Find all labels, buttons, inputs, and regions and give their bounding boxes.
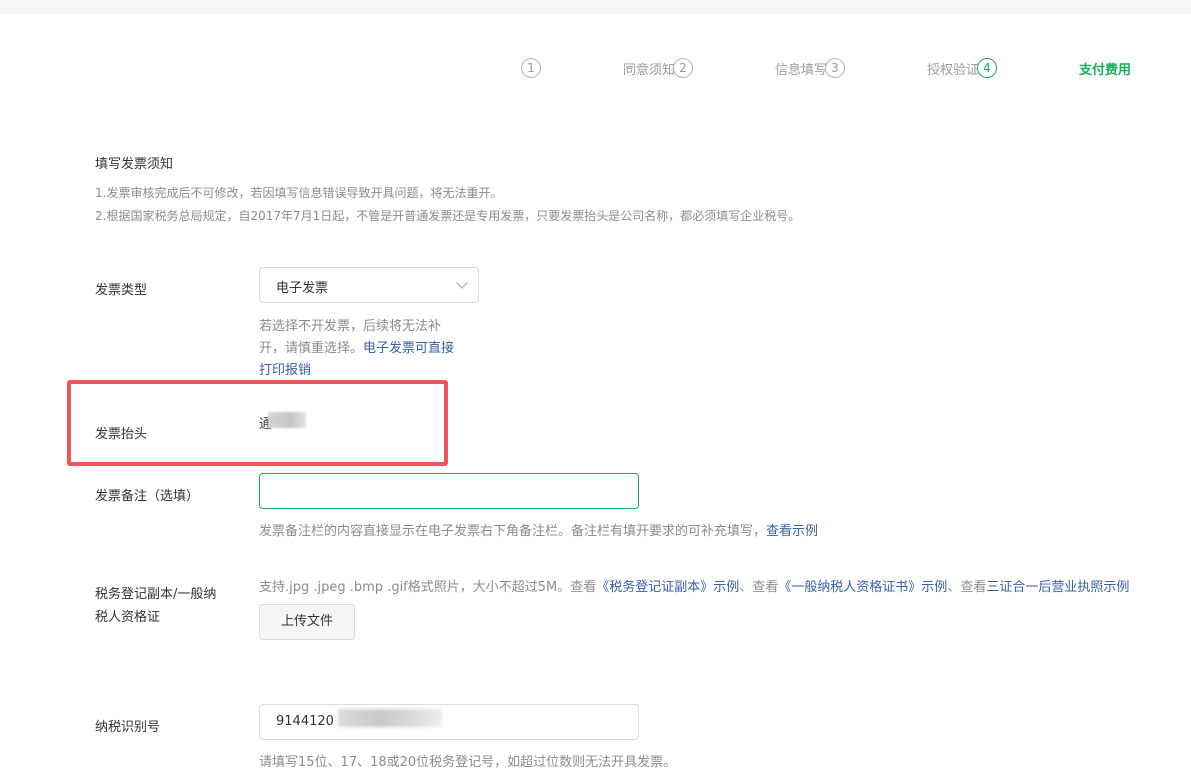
invoice-type-hint-1: 若选择不开发票，后续将无法补: [259, 319, 442, 334]
tax-id-input[interactable]: 9144120: [259, 704, 639, 740]
tax-cert-hint-c: 、查看: [947, 580, 987, 595]
invoice-remark-label: 发票备注（选填）: [95, 489, 200, 504]
step-1-label: 同意须知: [623, 62, 676, 78]
invoice-type-select[interactable]: 电子发票: [259, 267, 479, 303]
invoice-type-hint-3: 打印报销: [259, 359, 311, 378]
print-reimburse-link[interactable]: 打印报销: [259, 363, 311, 378]
tax-id-hint: 请填写15位、17、18或20位税务登记号，如超过位数则无法开具发票。: [259, 755, 677, 770]
tax-cert-hint: 支持.jpg .jpeg .bmp .gif格式照片，大小不超过5M。查看《税务…: [259, 576, 1129, 595]
step-3-number: 3: [825, 58, 845, 78]
top-bar: [0, 0, 1191, 14]
tax-cert-label-2: 税人资格证: [95, 610, 161, 625]
redacted-blur: [338, 709, 442, 727]
business-license-example-link[interactable]: 三证合一后营业执照示例: [986, 580, 1129, 595]
e-invoice-link[interactable]: 电子发票可直接: [363, 341, 454, 356]
invoice-remark-input[interactable]: [259, 473, 639, 509]
invoice-type-hint-text: 开，请慎重选择。: [259, 341, 364, 356]
step-2-label: 信息填写: [775, 62, 828, 78]
step-4-label: 支付费用: [1079, 62, 1132, 78]
chevron-down-icon: [456, 277, 468, 289]
invoice-type-hint-2: 开，请慎重选择。电子发票可直接: [259, 337, 454, 356]
step-1: 1 同意须知: [521, 56, 675, 80]
notice-title: 填写发票须知: [95, 157, 174, 172]
step-3-label: 授权验证: [927, 62, 980, 78]
redacted-blur: [268, 412, 306, 428]
invoice-remark-hint-text: 发票备注栏的内容直接显示在电子发票右下角备注栏。备注栏有填开要求的可补充填写，: [259, 524, 767, 539]
invoice-remark-hint: 发票备注栏的内容直接显示在电子发票右下角备注栏。备注栏有填开要求的可补充填写，查…: [259, 520, 818, 539]
step-divider: [928, 67, 958, 68]
step-divider: [776, 67, 806, 68]
step-2-number: 2: [673, 58, 693, 78]
step-4-number: 4: [977, 58, 997, 78]
tax-cert-label-1: 税务登记副本/一般纳: [95, 587, 217, 602]
tax-cert-hint-b: 、查看: [739, 580, 779, 595]
tax-id-label: 纳税识别号: [95, 720, 161, 735]
invoice-type-value: 电子发票: [276, 281, 329, 296]
notice-line-2: 2.根据国家税务总局规定，自2017年7月1日起，不管是开普通发票还是专用发票，…: [95, 209, 801, 223]
tax-registration-example-link[interactable]: 《税务登记证副本》示例: [596, 580, 739, 595]
view-example-link[interactable]: 查看示例: [766, 524, 818, 539]
invoice-title-label: 发票抬头: [95, 427, 148, 442]
upload-file-button[interactable]: 上传文件: [259, 604, 355, 640]
tax-id-value: 9144120: [276, 714, 334, 729]
step-1-number: 1: [521, 58, 541, 78]
step-4: 4 支付费用: [977, 56, 1131, 80]
notice-line-1: 1.发票审核完成后不可修改，若因填写信息错误导致开具问题，将无法重开。: [95, 186, 503, 200]
tax-cert-hint-a: 支持.jpg .jpeg .bmp .gif格式照片，大小不超过5M。查看: [259, 580, 597, 595]
step-2: 2 信息填写: [673, 56, 827, 80]
step-3: 3 授权验证: [825, 56, 979, 80]
invoice-type-label: 发票类型: [95, 283, 148, 298]
general-taxpayer-example-link[interactable]: 《一般纳税人资格证书》示例: [778, 580, 947, 595]
step-divider: [624, 67, 654, 68]
